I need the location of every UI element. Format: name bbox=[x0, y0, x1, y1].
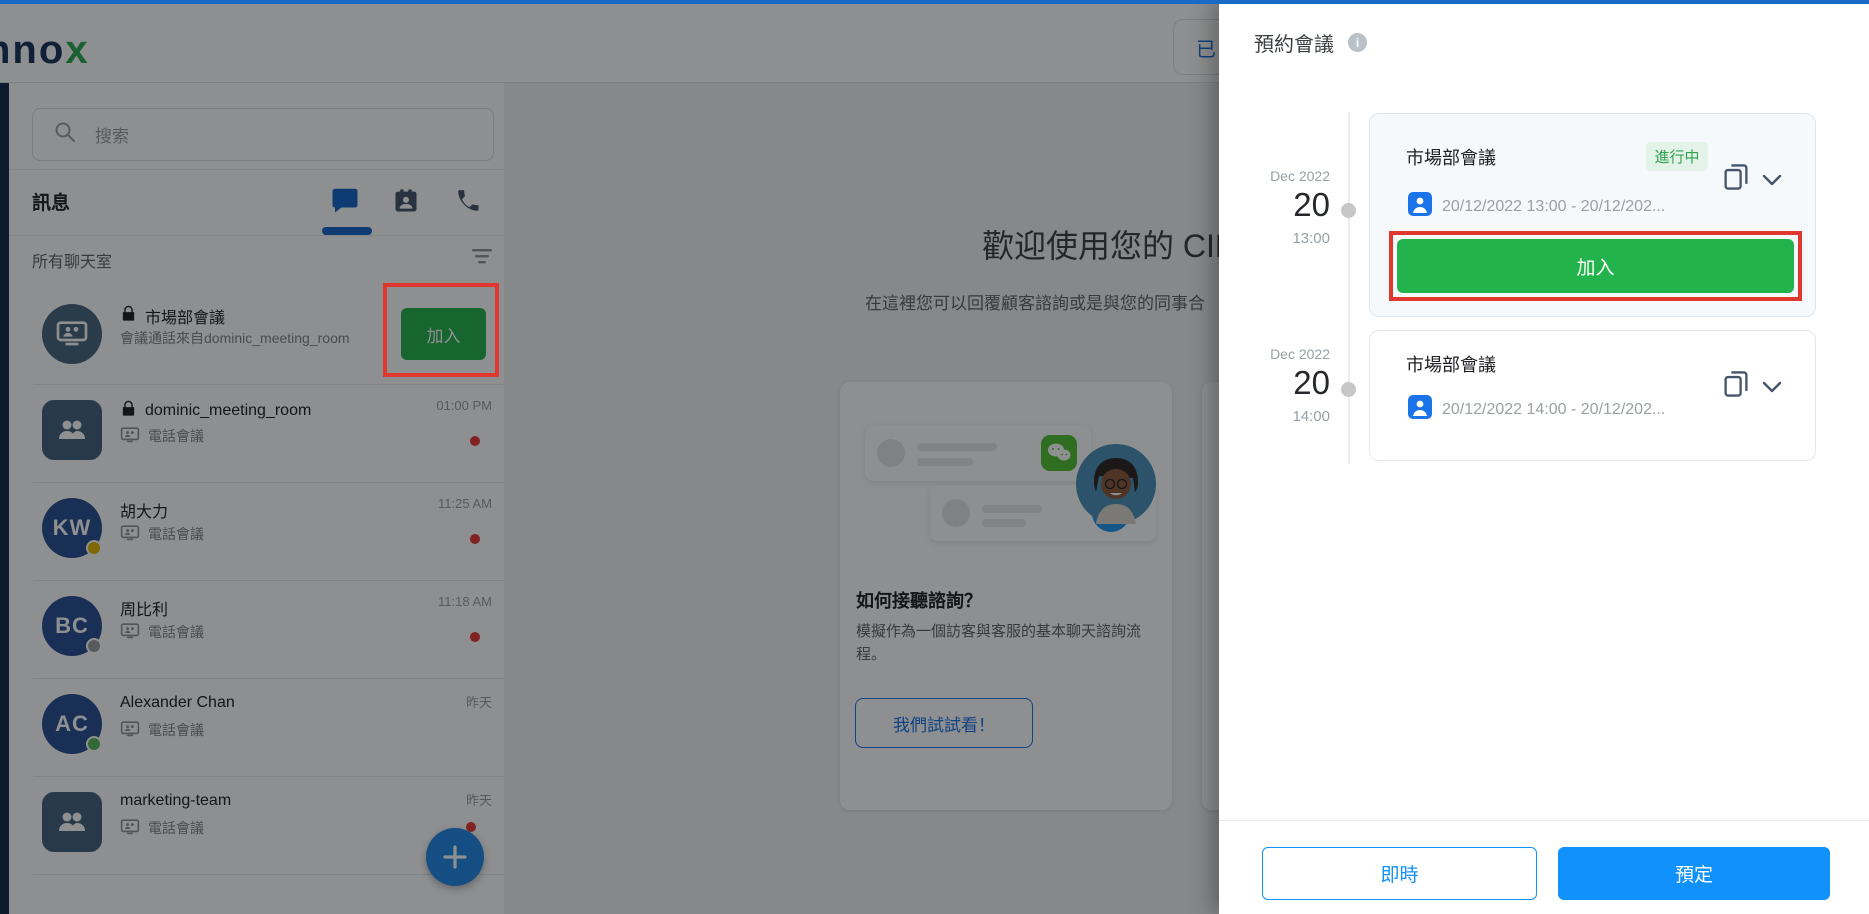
meeting-title: 市場部會議 bbox=[1406, 355, 1496, 375]
timeline-dot bbox=[1341, 203, 1356, 218]
meeting-day: 20 bbox=[1293, 364, 1330, 401]
panel-title: 預約會議 bbox=[1254, 34, 1334, 56]
status-badge-in-progress: 進行中 bbox=[1646, 142, 1708, 171]
copy-link-icon[interactable] bbox=[1722, 162, 1750, 195]
scheduled-meetings-panel: 預約會議 i Dec 2022 20 13:00 市場部會議 進行中 20/12/2022… bbox=[1219, 0, 1869, 914]
top-accent-strip bbox=[0, 0, 1869, 4]
meeting-month: Dec 2022 bbox=[1270, 168, 1330, 184]
meeting-date-block: Dec 2022 20 13:00 bbox=[1235, 168, 1330, 247]
meeting-day: 20 bbox=[1293, 186, 1330, 223]
meeting-time: 14:00 bbox=[1292, 408, 1330, 425]
meeting-title: 市場部會議 bbox=[1406, 148, 1496, 168]
timeline-dot bbox=[1341, 382, 1356, 397]
instant-meeting-button[interactable]: 即時 bbox=[1262, 847, 1537, 900]
annotation-box-panel-join bbox=[1389, 231, 1802, 301]
copy-link-icon[interactable] bbox=[1722, 369, 1750, 402]
meeting-card: 市場部會議 20/12/2022 14:00 - 20/12/202... bbox=[1369, 330, 1816, 461]
meeting-time: 13:00 bbox=[1292, 230, 1330, 247]
schedule-meeting-button[interactable]: 預定 bbox=[1558, 847, 1830, 900]
meeting-datetime-row: 20/12/2022 14:00 - 20/12/202... bbox=[1408, 395, 1665, 424]
expand-chevron-icon[interactable] bbox=[1762, 174, 1782, 189]
app-screen: nnox 已 搜索 訊息 所有聊天室 市場部會議會議通話來自dominic_me… bbox=[0, 0, 1869, 914]
annotation-box-sidebar-join bbox=[383, 283, 499, 377]
expand-chevron-icon[interactable] bbox=[1762, 381, 1782, 396]
participant-icon bbox=[1408, 395, 1432, 424]
meeting-datetime: 20/12/2022 13:00 - 20/12/202... bbox=[1442, 197, 1666, 215]
info-icon[interactable]: i bbox=[1348, 33, 1367, 52]
meeting-datetime-row: 20/12/2022 13:00 - 20/12/202... bbox=[1408, 192, 1665, 221]
meeting-month: Dec 2022 bbox=[1270, 346, 1330, 362]
participant-icon bbox=[1408, 192, 1432, 221]
panel-footer-divider bbox=[1219, 820, 1869, 821]
timeline-line bbox=[1348, 112, 1350, 464]
meeting-datetime: 20/12/2022 14:00 - 20/12/202... bbox=[1442, 400, 1666, 418]
meeting-card: 市場部會議 進行中 20/12/2022 13:00 - 20/12/202... 加… bbox=[1369, 113, 1816, 317]
meeting-date-block: Dec 2022 20 14:00 bbox=[1235, 346, 1330, 425]
